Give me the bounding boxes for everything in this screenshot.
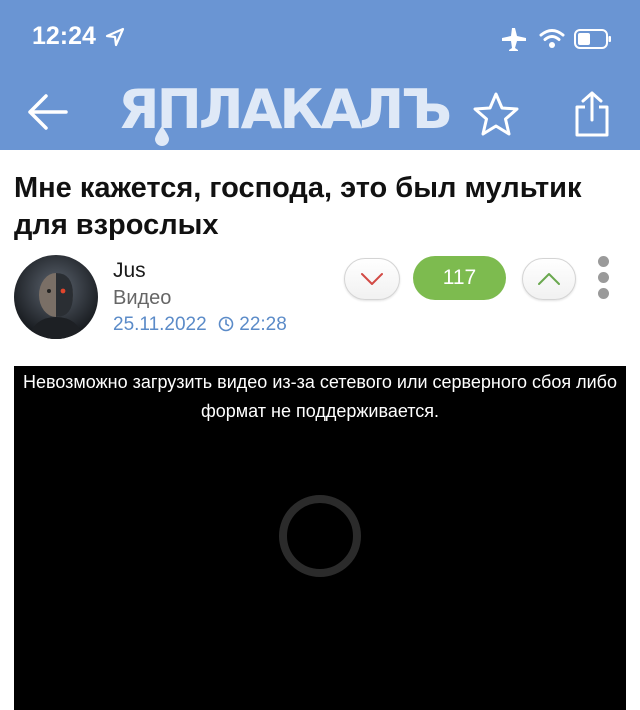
teardrop-icon bbox=[155, 126, 169, 146]
author-name[interactable]: Jus bbox=[113, 259, 146, 283]
post-datetime: 25.11.2022 22:28 bbox=[113, 314, 287, 336]
site-logo[interactable]: ЯПЛАКАЛЪ bbox=[118, 74, 452, 148]
status-bar: 12:24 bbox=[0, 0, 640, 70]
star-icon[interactable] bbox=[470, 90, 522, 140]
post-date: 25.11.2022 bbox=[113, 314, 207, 335]
chevron-up-icon bbox=[538, 273, 560, 285]
avatar[interactable] bbox=[14, 255, 98, 339]
post-time: 22:28 bbox=[239, 314, 287, 335]
rating-score: 117 bbox=[413, 256, 506, 300]
vote-down-button[interactable] bbox=[344, 258, 400, 300]
post-category[interactable]: Видео bbox=[113, 287, 171, 310]
more-vertical-icon[interactable] bbox=[593, 256, 613, 302]
location-arrow-icon bbox=[105, 27, 125, 47]
airplane-icon bbox=[502, 28, 526, 51]
chevron-down-icon bbox=[361, 273, 383, 285]
status-time: 12:24 bbox=[32, 22, 96, 50]
share-icon[interactable] bbox=[572, 90, 612, 138]
vote-up-button[interactable] bbox=[522, 258, 576, 300]
video-error-message: Невозможно загрузить видео из-за сетевог… bbox=[23, 372, 617, 421]
video-player[interactable]: Невозможно загрузить видео из-за сетевог… bbox=[14, 366, 626, 710]
back-arrow-icon[interactable] bbox=[24, 92, 70, 132]
loading-spinner-icon bbox=[279, 495, 361, 577]
top-header: 12:24 ЯПЛАКАЛЪ bbox=[0, 0, 640, 150]
battery-icon bbox=[574, 29, 611, 49]
avatar-image bbox=[14, 255, 98, 339]
clock-icon bbox=[218, 316, 234, 332]
wifi-icon bbox=[539, 29, 565, 48]
post-title: Мне кажется, господа, это был мультик дл… bbox=[14, 172, 582, 241]
